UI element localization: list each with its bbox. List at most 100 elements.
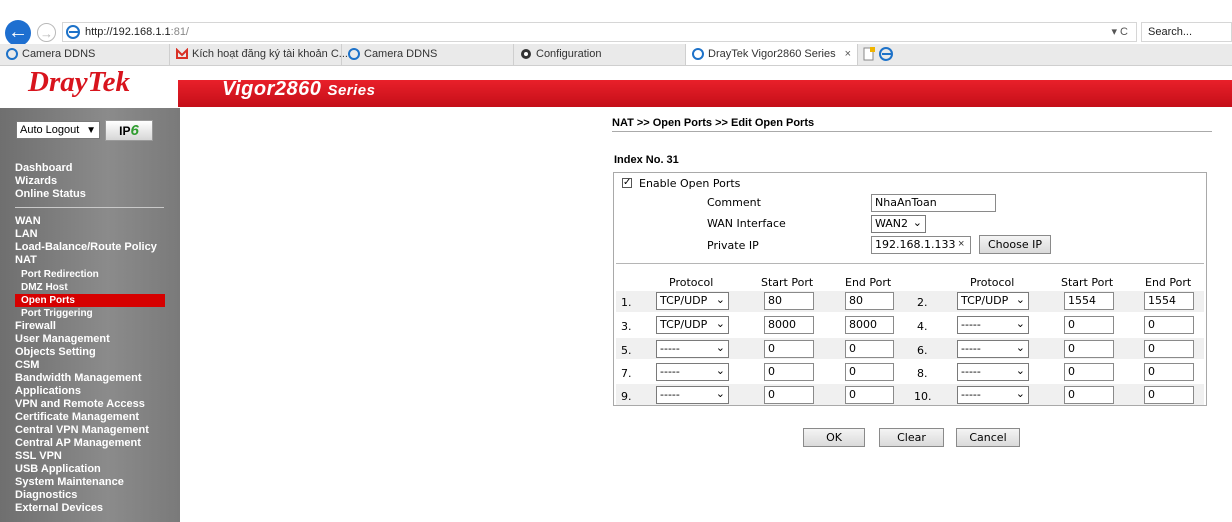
- start-port-input[interactable]: 0: [1064, 386, 1114, 404]
- end-port-input[interactable]: 8000: [845, 316, 894, 334]
- menu-central-ap-management[interactable]: Central AP Management: [15, 437, 141, 450]
- end-port-input[interactable]: 1554: [1144, 292, 1194, 310]
- search-input[interactable]: Search...: [1141, 22, 1232, 42]
- menu-port-triggering[interactable]: Port Triggering: [21, 307, 93, 320]
- menu-divider: [15, 207, 164, 208]
- end-port-input[interactable]: 0: [845, 340, 894, 358]
- enable-open-ports-checkbox[interactable]: ✓: [622, 178, 632, 188]
- menu-wizards[interactable]: Wizards: [15, 175, 57, 188]
- tab-label: DrayTek Vigor2860 Series: [708, 48, 836, 60]
- tab-draytek[interactable]: DrayTek Vigor2860 Series ×: [686, 44, 858, 65]
- refresh-dropdown-icon[interactable]: ▾ C: [1111, 25, 1128, 38]
- menu-open-ports[interactable]: Open Ports: [15, 294, 165, 307]
- menu-nat[interactable]: NAT: [15, 254, 37, 267]
- ie-icon[interactable]: [879, 47, 893, 61]
- product-title: Vigor2860 Series: [222, 78, 375, 101]
- ipv6-button[interactable]: IP6: [105, 120, 153, 141]
- private-ip-value: 192.168.1.133: [875, 238, 956, 251]
- protocol-select[interactable]: ----- ⌄: [957, 340, 1029, 358]
- protocol-select[interactable]: TCP/UDP ⌄: [957, 292, 1029, 310]
- menu-port-redirection[interactable]: Port Redirection: [21, 268, 99, 281]
- menu-online-status[interactable]: Online Status: [15, 188, 86, 201]
- start-port-input[interactable]: 0: [1064, 340, 1114, 358]
- end-port-input[interactable]: 0: [1144, 386, 1194, 404]
- row-number: 7.: [621, 367, 632, 380]
- menu-lan[interactable]: LAN: [15, 228, 38, 241]
- end-port-input[interactable]: 80: [845, 292, 894, 310]
- col-start-right: Start Port: [1061, 276, 1114, 289]
- menu-usb-application[interactable]: USB Application: [15, 463, 101, 476]
- menu-load-balance[interactable]: Load-Balance/Route Policy: [15, 241, 157, 254]
- chevron-down-icon: ⌄: [715, 387, 725, 400]
- menu-vpn-remote-access[interactable]: VPN and Remote Access: [15, 398, 145, 411]
- start-port-input[interactable]: 80: [764, 292, 814, 310]
- end-port-input[interactable]: 0: [1144, 340, 1194, 358]
- new-tab-icon[interactable]: [862, 47, 876, 61]
- menu-ssl-vpn[interactable]: SSL VPN: [15, 450, 62, 463]
- end-port-input[interactable]: 0: [845, 363, 894, 381]
- protocol-select[interactable]: TCP/UDP ⌄: [656, 316, 729, 334]
- clear-input-icon[interactable]: ×: [958, 238, 964, 250]
- protocol-value: TCP/UDP: [660, 318, 708, 331]
- menu-dmz-host[interactable]: DMZ Host: [21, 281, 68, 294]
- choose-ip-button[interactable]: Choose IP: [979, 235, 1051, 254]
- end-port-input[interactable]: 0: [1144, 316, 1194, 334]
- menu-system-maintenance[interactable]: System Maintenance: [15, 476, 124, 489]
- breadcrumb: NAT >> Open Ports >> Edit Open Ports: [612, 117, 815, 129]
- tab-camera-ddns-1[interactable]: Camera DDNS: [0, 44, 170, 65]
- menu-objects-setting[interactable]: Objects Setting: [15, 346, 96, 359]
- start-port-input[interactable]: 0: [764, 340, 814, 358]
- col-protocol-left: Protocol: [669, 276, 714, 289]
- chevron-down-icon: ▼: [86, 125, 96, 136]
- private-ip-input[interactable]: 192.168.1.133: [871, 236, 971, 254]
- url-input[interactable]: http://192.168.1.1:81/ ▾ C: [62, 22, 1137, 42]
- menu-user-management[interactable]: User Management: [15, 333, 110, 346]
- url-text: http://192.168.1.1:81/: [85, 26, 189, 38]
- tab-configuration[interactable]: Configuration: [514, 44, 686, 65]
- auto-logout-select[interactable]: Auto Logout ▼: [16, 121, 100, 139]
- menu-diagnostics[interactable]: Diagnostics: [15, 489, 77, 502]
- ok-button[interactable]: OK: [803, 428, 865, 447]
- start-port-input[interactable]: 1554: [1064, 292, 1114, 310]
- start-port-input[interactable]: 0: [1064, 316, 1114, 334]
- comment-input[interactable]: NhaAnToan: [871, 194, 996, 212]
- tab-gmail[interactable]: Kích hoạt đăng ký tài khoản C...: [170, 44, 348, 65]
- cancel-button[interactable]: Cancel: [956, 428, 1020, 447]
- start-port-input[interactable]: 0: [1064, 363, 1114, 381]
- close-tab-icon[interactable]: ×: [845, 44, 851, 65]
- menu-firewall[interactable]: Firewall: [15, 320, 56, 333]
- start-port-input[interactable]: 0: [764, 363, 814, 381]
- menu-certificate-management[interactable]: Certificate Management: [15, 411, 139, 424]
- ipv6-ip-text: IP: [119, 124, 131, 138]
- chevron-down-icon: ⌄: [1015, 341, 1025, 354]
- clear-button[interactable]: Clear: [879, 428, 944, 447]
- protocol-select[interactable]: ----- ⌄: [656, 340, 729, 358]
- protocol-select[interactable]: TCP/UDP ⌄: [656, 292, 729, 310]
- protocol-select[interactable]: ----- ⌄: [656, 386, 729, 404]
- protocol-select[interactable]: ----- ⌄: [957, 386, 1029, 404]
- row-number: 6.: [917, 344, 928, 357]
- menu-wan[interactable]: WAN: [15, 215, 41, 228]
- menu-csm[interactable]: CSM: [15, 359, 39, 372]
- protocol-select[interactable]: ----- ⌄: [957, 316, 1029, 334]
- tab-label: Configuration: [536, 48, 602, 60]
- forward-button[interactable]: →: [37, 23, 56, 42]
- menu-dashboard[interactable]: Dashboard: [15, 162, 72, 175]
- row-number: 10.: [914, 390, 932, 403]
- start-port-input[interactable]: 8000: [764, 316, 814, 334]
- menu-bandwidth-management[interactable]: Bandwidth Management: [15, 372, 142, 385]
- back-button[interactable]: ←: [5, 20, 31, 46]
- end-port-input[interactable]: 0: [1144, 363, 1194, 381]
- menu-applications[interactable]: Applications: [15, 385, 81, 398]
- protocol-select[interactable]: ----- ⌄: [656, 363, 729, 381]
- wan-interface-select[interactable]: WAN2 ⌄: [871, 215, 926, 233]
- protocol-select[interactable]: ----- ⌄: [957, 363, 1029, 381]
- end-port-input[interactable]: 0: [845, 386, 894, 404]
- start-port-input[interactable]: 0: [764, 386, 814, 404]
- menu-external-devices[interactable]: External Devices: [15, 502, 103, 515]
- menu-central-vpn-management[interactable]: Central VPN Management: [15, 424, 149, 437]
- row-number: 2.: [917, 296, 928, 309]
- protocol-value: -----: [660, 388, 680, 401]
- tab-camera-ddns-2[interactable]: Camera DDNS: [342, 44, 514, 65]
- col-end-left: End Port: [845, 276, 892, 289]
